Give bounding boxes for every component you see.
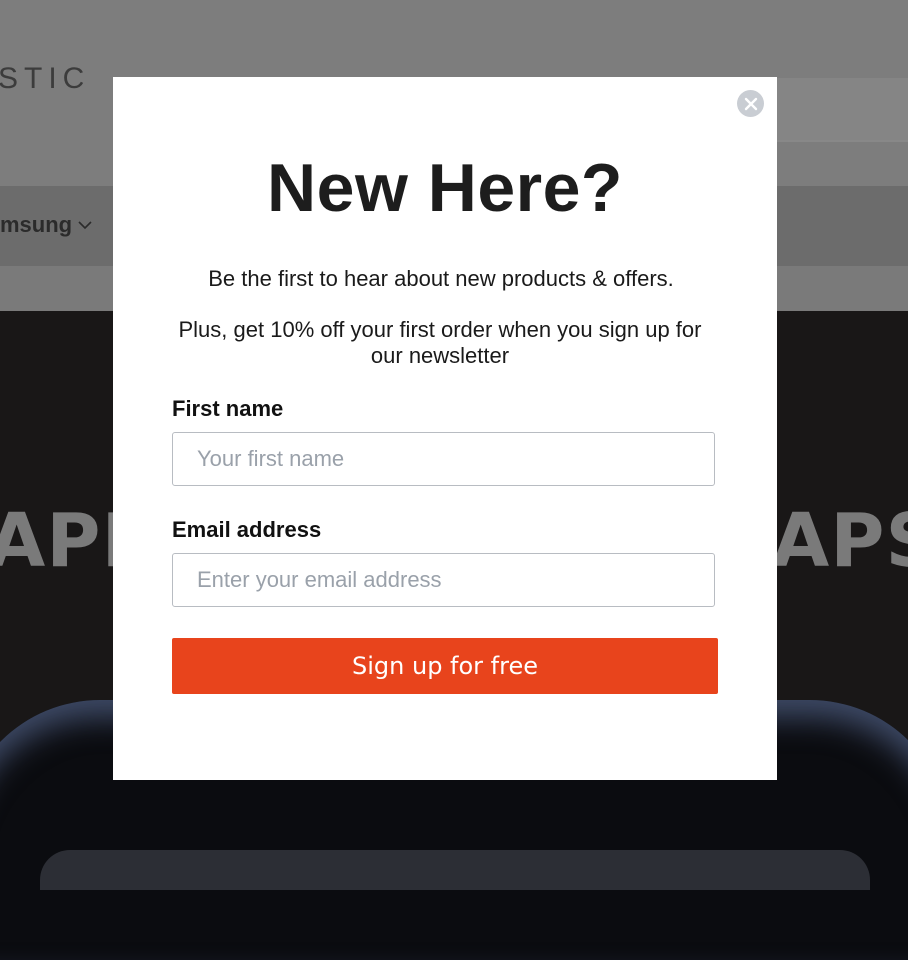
hero-text-right: APS [772, 498, 908, 584]
first-name-input[interactable] [172, 432, 715, 486]
newsletter-modal: New Here? Be the first to hear about new… [113, 77, 777, 780]
modal-subtitle: Be the first to hear about new products … [208, 266, 674, 291]
site-logo[interactable]: STIC [0, 62, 90, 96]
signup-button[interactable]: Sign up for free [172, 638, 718, 694]
nav-item-label: msung [0, 212, 73, 237]
modal-offer-text: Plus, get 10% off your first order when … [178, 317, 702, 368]
search-bar[interactable] [776, 78, 908, 140]
watch-face-edge [40, 850, 870, 890]
email-input[interactable] [172, 553, 715, 607]
close-icon [744, 97, 757, 110]
chevron-down-icon [78, 221, 92, 230]
first-name-label: First name [172, 396, 284, 421]
nav-item-samsung[interactable]: msung [0, 212, 92, 238]
email-label: Email address [172, 517, 322, 542]
search-divider [776, 140, 908, 142]
modal-title: New Here? [267, 150, 623, 226]
close-button[interactable] [737, 90, 764, 117]
